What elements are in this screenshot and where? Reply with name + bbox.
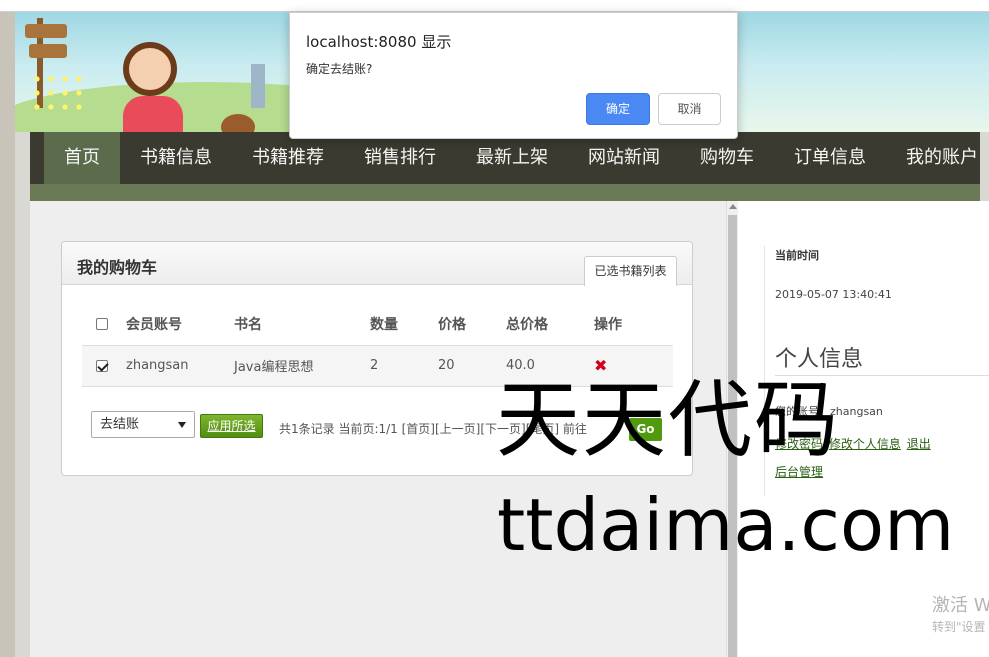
cancel-button[interactable]: 取消 bbox=[658, 93, 721, 125]
column-header-book: 书名 bbox=[234, 304, 370, 346]
tower-illustration bbox=[251, 64, 265, 108]
watermark-text-url: ttdaima.com bbox=[497, 483, 955, 567]
dialog-message: 确定去结账? bbox=[306, 62, 373, 76]
row-checkbox[interactable] bbox=[96, 359, 108, 372]
apply-selected-button[interactable]: 应用所选 bbox=[200, 414, 263, 438]
column-header-quantity: 数量 bbox=[370, 304, 438, 346]
dialog-title: localhost:8080 显示 bbox=[306, 33, 452, 51]
nav-item-6[interactable]: 购物车 bbox=[680, 132, 774, 184]
nav-item-1[interactable]: 书籍信息 bbox=[120, 132, 232, 184]
logout-link[interactable]: 退出 bbox=[907, 437, 931, 451]
ok-button[interactable]: 确定 bbox=[586, 93, 650, 125]
sign-board bbox=[29, 44, 67, 58]
watermark-text-cn: 天天代码 bbox=[496, 371, 841, 469]
windows-activate-title: 激活 W bbox=[932, 595, 989, 616]
windows-activate-subtitle: 转到"设置 bbox=[932, 620, 986, 634]
sign-board bbox=[25, 24, 67, 38]
bulk-action-select[interactable]: 去结账 bbox=[91, 411, 195, 438]
girl-illustration bbox=[123, 42, 177, 96]
girl-dress-illustration bbox=[123, 96, 183, 132]
page-left-edge bbox=[0, 12, 15, 657]
nav-bar-wrapper: 首页 书籍信息 书籍推荐 销售排行 最新上架 网站新闻 购物车 订单信息 我的账户 bbox=[30, 132, 980, 201]
browser-address-strip bbox=[0, 0, 989, 12]
cart-panel-title: 我的购物车 bbox=[77, 258, 158, 277]
nav-item-5[interactable]: 网站新闻 bbox=[568, 132, 680, 184]
column-header-total: 总价格 bbox=[506, 304, 594, 346]
scroll-up-arrow-icon[interactable] bbox=[729, 204, 737, 209]
selected-books-tab[interactable]: 已选书籍列表 bbox=[584, 256, 677, 286]
main-nav: 首页 书籍信息 书籍推荐 销售排行 最新上架 网站新闻 购物车 订单信息 我的账户 bbox=[30, 132, 980, 184]
current-time-label: 当前时间 bbox=[775, 249, 819, 262]
nav-item-7[interactable]: 订单信息 bbox=[774, 132, 886, 184]
column-header-action: 操作 bbox=[594, 304, 673, 346]
cell-account: zhangsan bbox=[126, 345, 234, 387]
nav-item-3[interactable]: 销售排行 bbox=[344, 132, 456, 184]
nav-item-8[interactable]: 我的账户 bbox=[886, 132, 989, 184]
dropdown-arrow-icon bbox=[178, 422, 186, 428]
nav-item-2[interactable]: 书籍推荐 bbox=[232, 132, 344, 184]
personal-info-heading: 个人信息 bbox=[775, 347, 864, 372]
bulk-action-value: 去结账 bbox=[100, 417, 140, 432]
nav-item-4[interactable]: 最新上架 bbox=[456, 132, 568, 184]
select-all-checkbox[interactable] bbox=[96, 318, 108, 331]
cell-quantity: 2 bbox=[370, 345, 438, 387]
cart-table-header: 会员账号 书名 数量 价格 总价格 操作 bbox=[82, 304, 673, 346]
column-header-price: 价格 bbox=[438, 304, 506, 346]
flowers-illustration bbox=[30, 72, 90, 112]
current-time-value: 2019-05-07 13:40:41 bbox=[775, 288, 892, 301]
confirm-dialog: localhost:8080 显示 确定去结账? 确定 取消 bbox=[289, 12, 738, 139]
nav-item-0[interactable]: 首页 bbox=[44, 132, 120, 184]
cell-book: Java编程思想 bbox=[234, 345, 370, 387]
column-header-account: 会员账号 bbox=[126, 304, 234, 346]
cart-panel-header: 我的购物车 已选书籍列表 bbox=[62, 242, 692, 286]
